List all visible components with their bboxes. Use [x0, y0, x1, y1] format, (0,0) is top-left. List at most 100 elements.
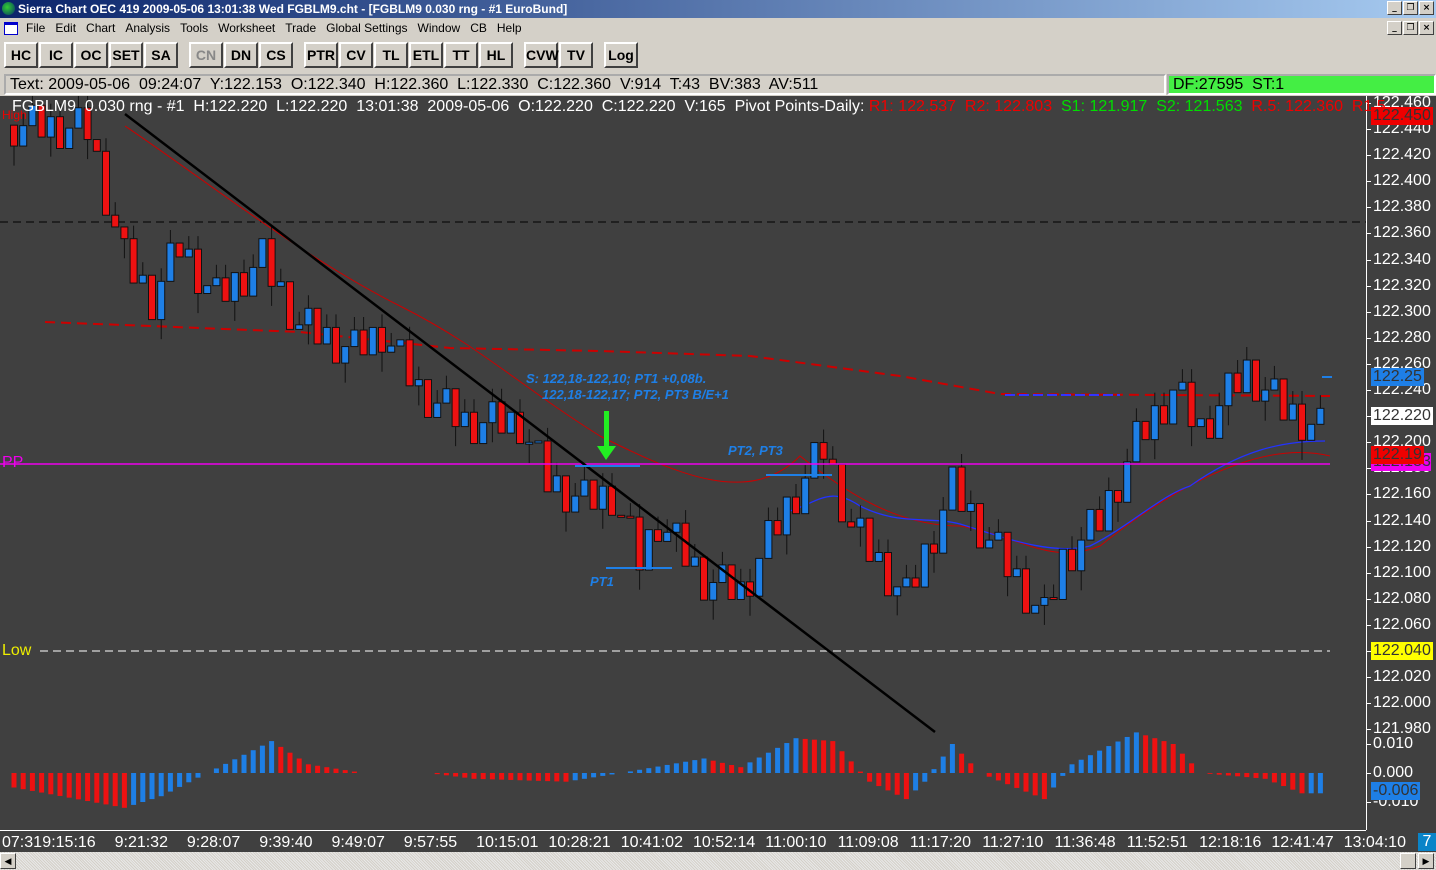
toolbar-button-oc[interactable]: OC [74, 42, 108, 68]
price-tick-label: 122.420 [1367, 146, 1431, 164]
toolbar-button-tt[interactable]: TT [444, 42, 478, 68]
trendline[interactable] [124, 113, 936, 733]
up-candle-body [46, 116, 55, 138]
osc-bar [949, 744, 955, 773]
down-candle-body [1279, 378, 1288, 421]
osc-bar [572, 773, 578, 781]
time-tick-label: 9:49:07 [331, 834, 385, 851]
up-candle-body [249, 266, 258, 297]
down-candle-body [617, 514, 626, 518]
down-candle-body [635, 516, 644, 571]
up-candle-body [580, 479, 589, 497]
osc-bar [296, 758, 302, 773]
osc-bar [250, 750, 256, 773]
menu-chart[interactable]: Chart [86, 21, 115, 35]
child-minimize-button[interactable]: _ [1387, 21, 1402, 35]
toolbar-button-ptr[interactable]: PTR [304, 42, 338, 68]
toolbar-button-tl[interactable]: TL [374, 42, 408, 68]
price-tick-label: 122.020 [1367, 668, 1431, 686]
toolbar-button-dn[interactable]: DN [224, 42, 258, 68]
menu-cb[interactable]: CB [470, 21, 487, 35]
toolbar-button-cv[interactable]: CV [339, 42, 373, 68]
minimize-button[interactable]: _ [1387, 1, 1402, 15]
candle [203, 285, 212, 295]
scroll-thumb[interactable] [1400, 853, 1416, 869]
child-close-button[interactable]: × [1419, 21, 1434, 35]
toolbar-button-etl[interactable]: ETL [409, 42, 443, 68]
candle [497, 388, 506, 434]
time-axis[interactable]: 07:31 9:15:16 9:21:32 9:28:07 9:39:40 9:49:07… [0, 830, 1406, 852]
horizontal-scrollbar[interactable]: ◀ ▶ [0, 852, 1436, 870]
candle [534, 440, 543, 444]
osc-bar [517, 773, 523, 781]
candle [1031, 604, 1040, 614]
candle [976, 503, 984, 549]
pivot-s2: S2: 121.563 [1156, 98, 1243, 115]
price-tick-label: 122.120 [1367, 537, 1431, 555]
toolbar-button-hl[interactable]: HL [479, 42, 513, 68]
osc-bar [719, 762, 725, 773]
price-tick-label: 122.280 [1367, 328, 1431, 346]
candle [470, 399, 478, 445]
candle [828, 446, 837, 465]
toolbar-button-set[interactable]: SET [109, 42, 143, 68]
toolbar-button-cs[interactable]: CS [259, 42, 293, 68]
candle [368, 326, 377, 356]
menu-global-settings[interactable]: Global Settings [326, 21, 407, 35]
osc-bar [1005, 773, 1011, 785]
time-tick-label: 11:17:20 [909, 834, 971, 851]
title-bar: Sierra Chart OEC 419 2009-05-06 13:01:38… [0, 0, 1436, 18]
menu-analysis[interactable]: Analysis [125, 21, 170, 35]
menu-tools[interactable]: Tools [180, 21, 208, 35]
down-candle-body [111, 214, 120, 228]
scroll-right-button[interactable]: ▶ [1418, 853, 1434, 869]
toolbar-button-ic[interactable]: IC [39, 42, 73, 68]
candle [92, 139, 101, 152]
osc-bar [692, 760, 698, 773]
candle [1252, 359, 1260, 402]
osc-bar [1060, 773, 1066, 776]
candle [1068, 536, 1076, 572]
menu-file[interactable]: File [26, 21, 45, 35]
close-button[interactable]: × [1419, 1, 1434, 15]
menu-trade[interactable]: Trade [285, 21, 316, 35]
candle [1242, 346, 1251, 394]
toolbar: HC IC OC SET SA CN DN CS PTR CV TL ETL TT HL CVW TV Log [4, 40, 639, 70]
toolbar-button-hc[interactable]: HC [4, 42, 38, 68]
restore-button[interactable]: ❐ [1403, 1, 1418, 15]
osc-bar [1133, 732, 1139, 773]
price-axis[interactable]: -0.010 0.000 0.010 121.980 122.000 122.020 122… [1366, 96, 1436, 830]
osc-bar [112, 773, 118, 807]
osc-bar [1207, 773, 1213, 774]
osc-bar [342, 770, 348, 773]
osc-bar [600, 773, 606, 776]
up-candle-body [1307, 423, 1316, 441]
menu-help[interactable]: Help [497, 21, 522, 35]
page-number[interactable]: 7 [1418, 833, 1436, 851]
menu-window[interactable]: Window [418, 21, 461, 35]
osc-bar [1299, 773, 1305, 794]
price-chart[interactable]: FGBLM9 0.030 rng - #1 H:122.220 L:122.22… [0, 96, 1436, 852]
child-restore-button[interactable]: ❐ [1403, 21, 1418, 35]
candle [562, 475, 570, 532]
pivot-r15: R1.5 [1351, 98, 1386, 115]
scroll-left-button[interactable]: ◀ [0, 853, 16, 869]
down-candle-body [10, 124, 18, 147]
menu-edit[interactable]: Edit [55, 21, 76, 35]
candle [230, 272, 239, 321]
chart-header: FGBLM9 0.030 rng - #1 H:122.220 L:122.22… [12, 98, 1386, 116]
low-label: Low [2, 642, 32, 659]
last-price-tag: 122.220 [1371, 407, 1433, 425]
plot-area[interactable] [0, 96, 1366, 830]
menu-worksheet[interactable]: Worksheet [218, 21, 275, 35]
toolbar-button-sa[interactable]: SA [144, 42, 178, 68]
up-candle-body [295, 324, 304, 330]
osc-bar [747, 762, 753, 773]
candle [359, 316, 368, 356]
toolbar-button-log[interactable]: Log [604, 42, 638, 68]
toolbar-button-tv[interactable]: TV [559, 42, 593, 68]
down-candle-body [1187, 381, 1196, 428]
toolbar-button-cn[interactable]: CN [189, 42, 223, 68]
toolbar-button-cvw[interactable]: CVW [524, 42, 559, 68]
candle [10, 124, 18, 166]
